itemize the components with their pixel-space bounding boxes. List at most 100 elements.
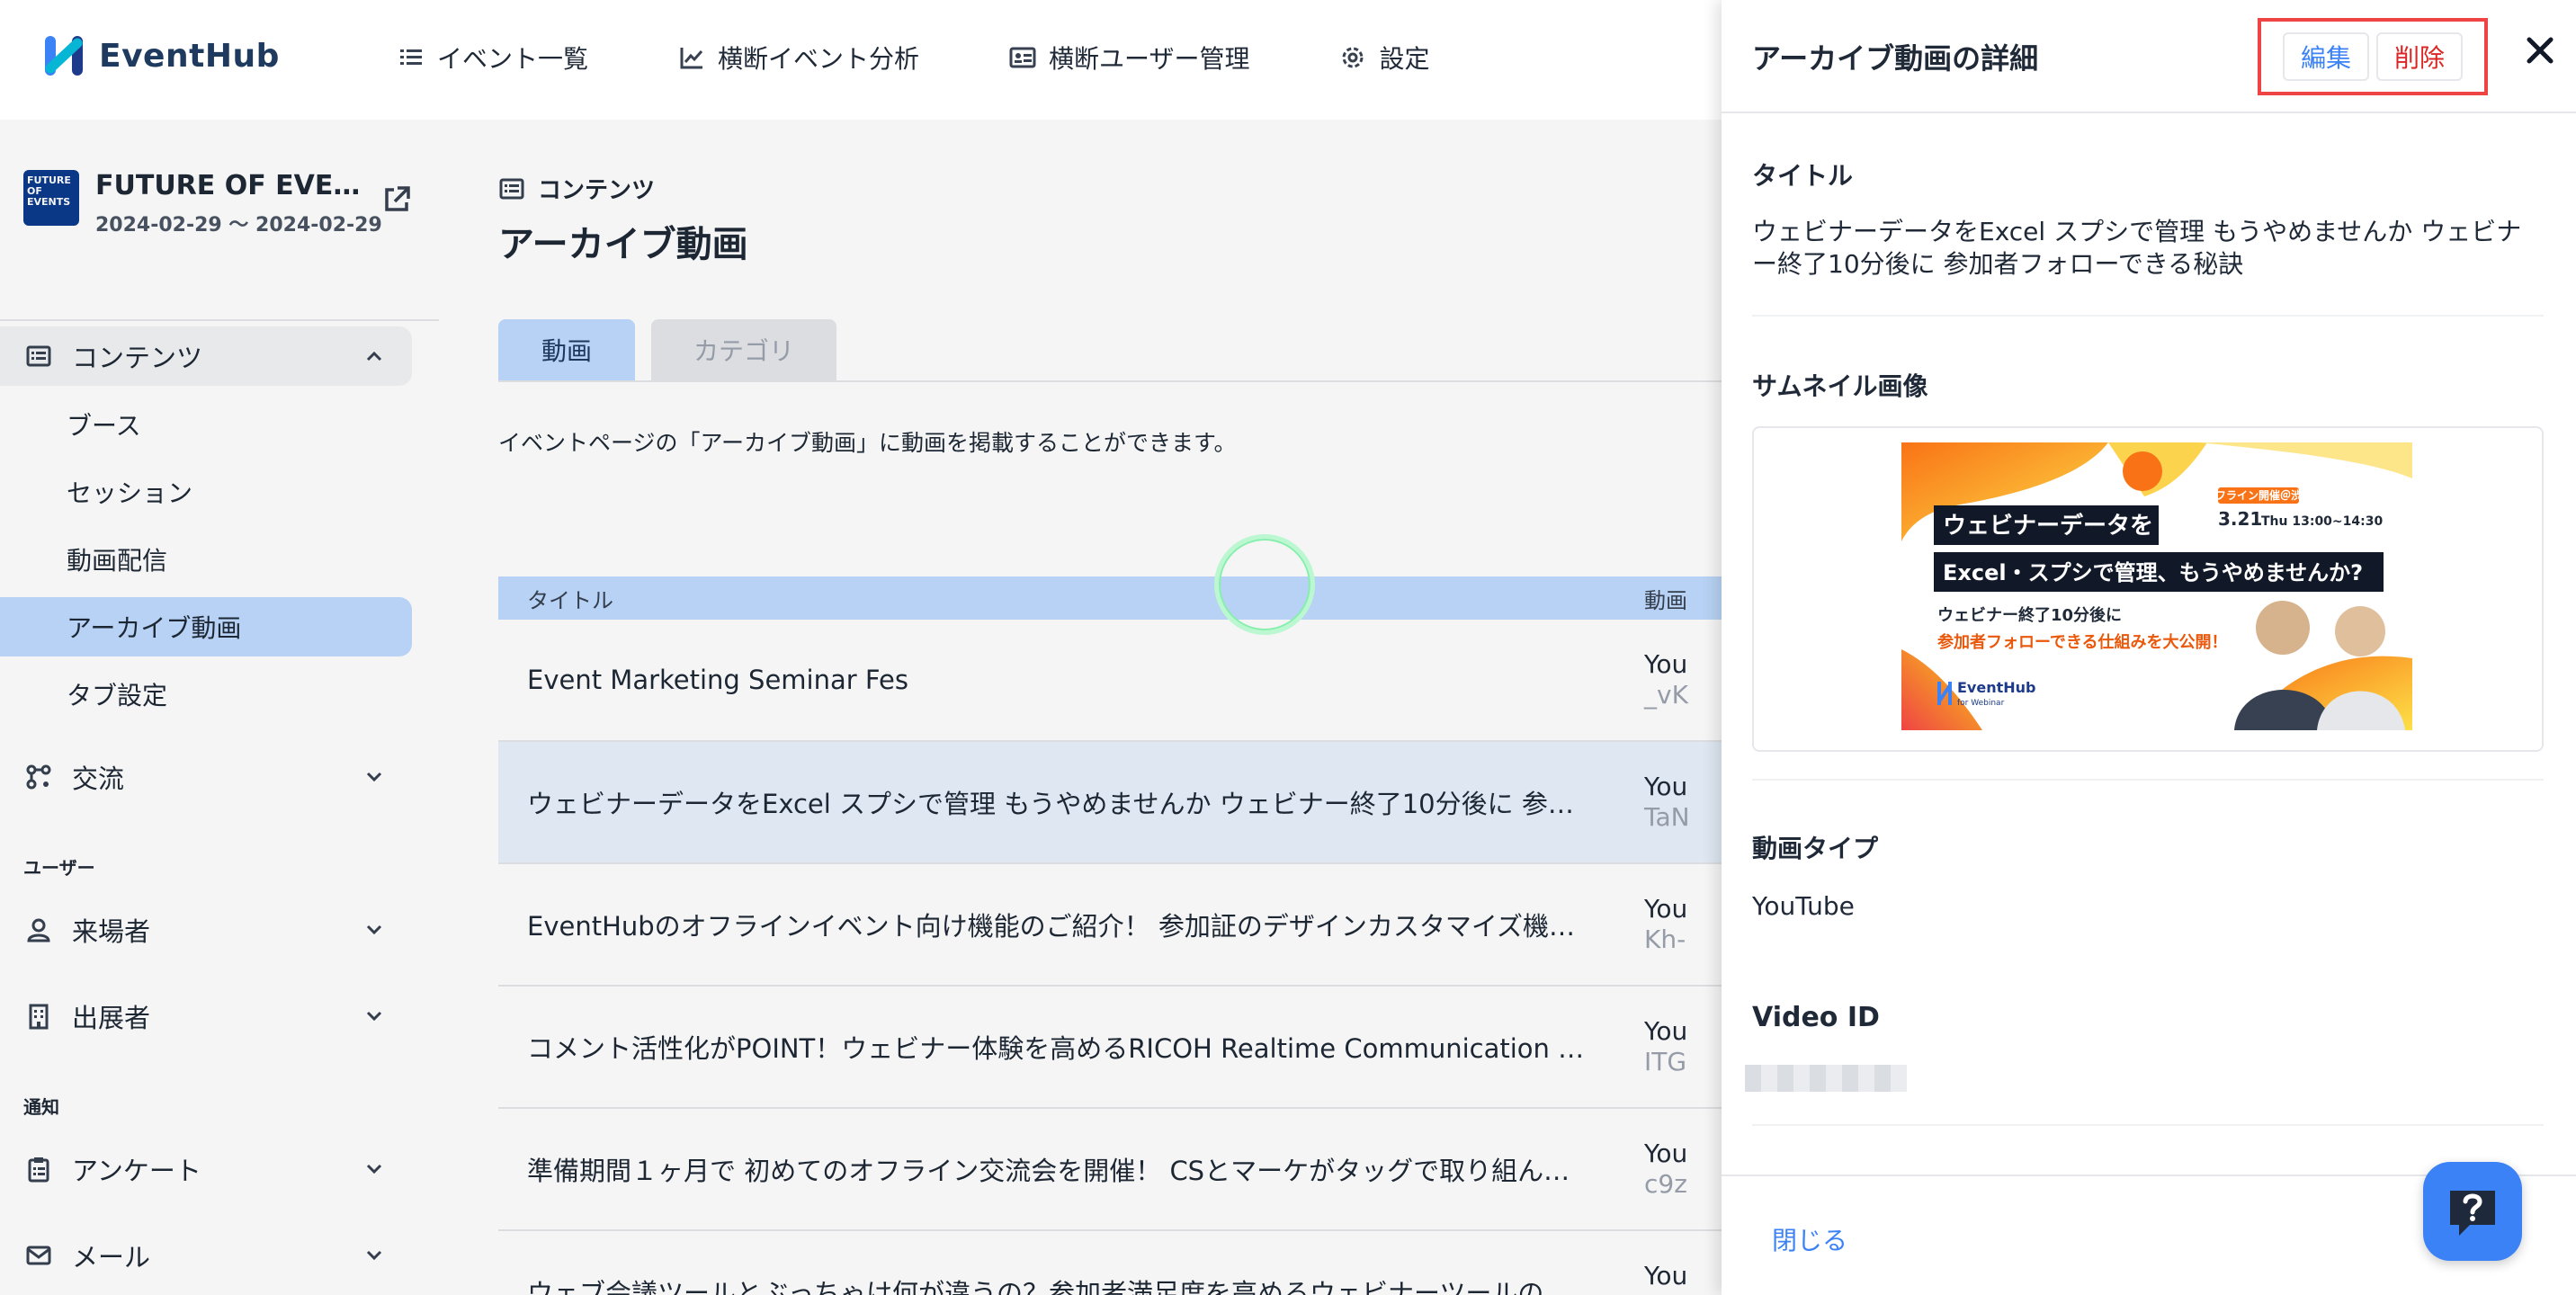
thumbnail-frame: オフライン開催＠渋谷 3.21 Thu 13:00~14:30 ウェビナーデータ… (1752, 426, 2544, 752)
thumb-brand-sub: for Webinar (1957, 699, 2005, 708)
table-row[interactable]: コメント活性化がPOINT！ウェビナー体験を高めるRICOH Realtime … (498, 987, 1722, 1109)
detail-drawer: アーカイブ動画の詳細 編集 削除 タイトル ウェビナーデータをExcel スプシ… (1722, 0, 2576, 1295)
page-description: イベントページの「アーカイブ動画」に動画を掲載することができます。 (498, 430, 1237, 456)
breadcrumb-label: コンテンツ (538, 177, 656, 204)
sidebar-group-label: 出展者 (72, 1003, 151, 1033)
row-video-type: You (1644, 1139, 1688, 1168)
network-icon (26, 764, 51, 790)
table-row[interactable]: EventHubのオフラインイベント向け機能のご紹介！ 参加証のデザインカスタマ… (498, 864, 1722, 987)
chevron-down-icon (366, 1250, 382, 1261)
event-dates: 2024-02-29 〜 2024-02-29 (95, 214, 382, 237)
sidebar-group-exchange[interactable]: 交流 (0, 747, 412, 807)
help-icon (2450, 1191, 2495, 1236)
column-header-video: 動画 (1644, 587, 1687, 613)
row-video: Yous23 (1644, 1261, 1689, 1295)
drawer-actions-highlight: 編集 削除 (2258, 18, 2488, 95)
thumbnail-label: サムネイル画像 (1752, 371, 1928, 401)
sidebar-group-label: 来場者 (72, 916, 151, 947)
chevron-down-icon (366, 1011, 382, 1022)
tab-category[interactable]: カテゴリ (651, 319, 836, 380)
thumb-badge: オフライン開催＠渋谷 (2205, 488, 2313, 502)
row-title: コメント活性化がPOINT！ウェビナー体験を高めるRICOH Realtime … (527, 1033, 1644, 1064)
table-row[interactable]: ウェブ会議ツールとぶっちゃけ何が違うの？参加者満足度を高めるウェビナーツールの選… (498, 1231, 1722, 1295)
sidebar-heading-users: ユーザー (23, 857, 95, 879)
edit-button[interactable]: 編集 (2282, 32, 2369, 81)
user-icon (27, 918, 50, 942)
chart-icon (680, 48, 703, 69)
gear-icon (1342, 47, 1364, 68)
nav-label: 設定 (1379, 44, 1430, 74)
row-video-type: You (1644, 772, 1688, 801)
brand-name: EventHub (99, 37, 280, 75)
event-card: FUTURE OF EVENTS FUTURE OF EVEN… 2024-02… (23, 170, 419, 269)
event-thumbnail: FUTURE OF EVENTS (23, 170, 79, 226)
table-row[interactable]: ウェビナーデータをExcel スプシで管理 もうやめませんか ウェビナー終了10… (498, 742, 1722, 864)
list-icon (26, 345, 51, 367)
row-video: You c9z (1644, 1139, 1687, 1200)
row-video-id: s23 (1644, 1291, 1689, 1295)
chevron-down-icon (366, 772, 382, 782)
sidebar-heading-notice: 通知 (23, 1096, 59, 1118)
nav-settings[interactable]: 設定 (1339, 40, 1430, 76)
page-title: アーカイブ動画 (498, 224, 748, 265)
main-nav: イベント一覧 横断イベント分析 横断ユーザー管理 設定 (398, 40, 1430, 76)
help-chat-button[interactable] (2423, 1162, 2522, 1261)
breadcrumb: コンテンツ (498, 172, 655, 205)
drawer-header: アーカイブ動画の詳細 編集 削除 (1722, 0, 2576, 113)
row-video-type: You (1644, 894, 1688, 924)
loading-spinner (1214, 534, 1315, 635)
brand-logo[interactable]: EventHub (41, 32, 280, 79)
archive-video-table: タイトル 動画 Event Marketing Seminar Fes You _… (498, 549, 1722, 1295)
sidebar-item-archive-video[interactable]: アーカイブ動画 (0, 597, 412, 656)
row-title: ウェビナーデータをExcel スプシで管理 もうやめませんか ウェビナー終了10… (527, 789, 1644, 819)
nav-label: イベント一覧 (437, 44, 589, 74)
delete-button[interactable]: 削除 (2375, 32, 2463, 81)
sidebar-item-session[interactable]: セッション (0, 462, 412, 522)
mail-icon (26, 1246, 51, 1265)
row-video-id: ITG (1644, 1047, 1687, 1076)
nav-cross-analysis[interactable]: 横断イベント分析 (678, 40, 919, 76)
sidebar-item-tab-settings[interactable]: タブ設定 (0, 665, 412, 724)
nav-cross-users[interactable]: 横断ユーザー管理 (1009, 40, 1249, 76)
thumbnail-image: オフライン開催＠渋谷 3.21 Thu 13:00~14:30 ウェビナーデータ… (1901, 442, 2412, 730)
nav-event-list[interactable]: イベント一覧 (398, 40, 588, 76)
row-video: You ITG (1644, 1016, 1687, 1077)
title-value: ウェビナーデータをExcel スプシで管理 もうやめませんか ウェビナー終了10… (1752, 217, 2522, 279)
clipboard-icon (28, 1157, 49, 1183)
table-header: タイトル 動画 (498, 549, 1722, 620)
tab-bar: 動画 カテゴリ (498, 319, 836, 380)
sidebar-group-mail[interactable]: メール (0, 1226, 412, 1285)
table-row[interactable]: 準備期間１ヶ月で 初めてのオフライン交流会を開催！ CSとマーケがタッグで取り組… (498, 1109, 1722, 1231)
close-button[interactable]: 閉じる (1772, 1221, 1847, 1257)
row-title: Event Marketing Seminar Fes (527, 665, 908, 695)
section-divider (1752, 779, 2544, 781)
row-video: You _vK (1644, 649, 1688, 710)
row-title: ウェブ会議ツールとぶっちゃけ何が違うの？参加者満足度を高めるウェビナーツールの選… (527, 1278, 1623, 1295)
row-video-id: TaN (1644, 802, 1690, 832)
video-type-label: 動画タイプ (1752, 834, 1879, 863)
sidebar-item-streaming[interactable]: 動画配信 (0, 530, 412, 589)
drawer-title: アーカイブ動画の詳細 (1752, 41, 2039, 76)
chevron-down-icon (366, 924, 382, 935)
sidebar-group-survey[interactable]: アンケート (0, 1139, 412, 1199)
thumb-line3: ウェビナー終了10分後に (1937, 605, 2122, 625)
building-icon (29, 1004, 49, 1030)
row-video: You Kh- (1644, 894, 1687, 955)
row-title: EventHubのオフラインイベント向け機能のご紹介！ 参加証のデザインカスタマ… (527, 911, 1644, 942)
external-link-icon[interactable] (381, 184, 412, 215)
tab-video[interactable]: 動画 (498, 319, 635, 380)
sidebar-item-booth[interactable]: ブース (0, 395, 412, 454)
section-divider (1752, 315, 2544, 317)
sidebar-group-exhibitors[interactable]: 出展者 (0, 987, 412, 1046)
sidebar: FUTURE OF EVENTS FUTURE OF EVEN… 2024-02… (0, 120, 439, 1295)
eventhub-logo-icon (45, 36, 83, 76)
row-video-type: You (1644, 1261, 1688, 1291)
chevron-down-icon (366, 1164, 382, 1174)
list-icon (400, 49, 422, 65)
sidebar-group-contents[interactable]: コンテンツ (0, 326, 412, 386)
close-icon[interactable] (2522, 32, 2558, 68)
tab-underline (498, 380, 1722, 382)
table-row[interactable]: Event Marketing Seminar Fes You _vK (498, 620, 1722, 742)
chevron-up-icon (366, 351, 382, 362)
sidebar-group-visitors[interactable]: 来場者 (0, 900, 412, 960)
